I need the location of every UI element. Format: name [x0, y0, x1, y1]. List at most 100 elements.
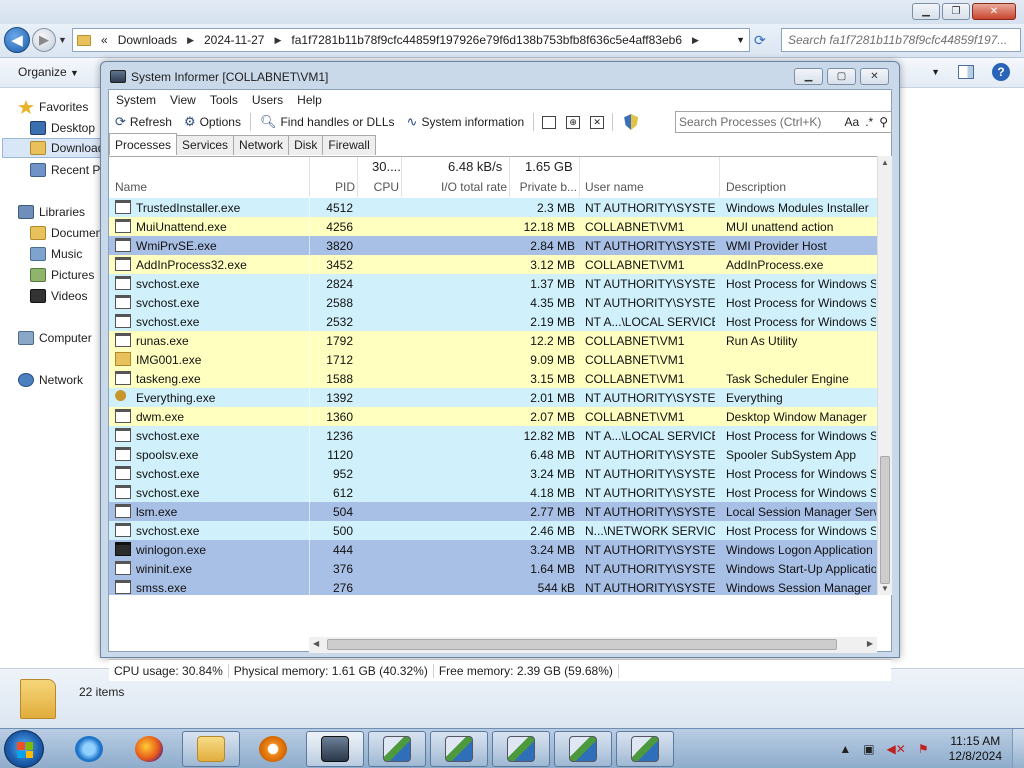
address-input[interactable]: « Downloads ▶ 2024-11-27 ▶ fa1f7281b11b7…: [72, 28, 750, 52]
table-row[interactable]: svchost.exe 612 4.18 MB NT AUTHORITY\SYSTEM…: [109, 483, 877, 502]
tab-firewall[interactable]: Firewall: [322, 135, 376, 155]
refresh-button[interactable]: ⟳ Refresh: [109, 111, 178, 133]
column-header-cpu[interactable]: CPU: [357, 180, 399, 194]
table-row[interactable]: wininit.exe 376 1.64 MB NT AUTHORITY\SYSTEM…: [109, 559, 877, 578]
taskbar-installer-2[interactable]: [430, 731, 488, 767]
taskbar-installer-1[interactable]: [368, 731, 426, 767]
history-dropdown-icon[interactable]: ▼: [58, 35, 67, 45]
chevron-down-icon[interactable]: ▼: [736, 35, 745, 45]
help-icon[interactable]: ?: [992, 63, 1010, 81]
table-row[interactable]: Everything.exe 1392 2.01 MB NT AUTHORITY\SY…: [109, 388, 877, 407]
organize-button[interactable]: Organize ▼: [18, 65, 79, 79]
table-row[interactable]: lsm.exe 504 2.77 MB NT AUTHORITY\SYSTEM Loca…: [109, 502, 877, 521]
table-row[interactable]: WmiPrvSE.exe 3820 2.84 MB NT AUTHORITY\SYST…: [109, 236, 877, 255]
column-header-io-rate[interactable]: I/O total rate: [401, 180, 507, 194]
table-row[interactable]: smss.exe 276 544 kB NT AUTHORITY\SYSTEM Wind…: [109, 578, 877, 595]
nav-downloads[interactable]: Downloads: [2, 138, 102, 158]
table-row[interactable]: MuiUnattend.exe 4256 12.18 MB COLLABNET\VM1…: [109, 217, 877, 236]
forward-arrow-icon[interactable]: ▶: [32, 28, 56, 52]
table-row[interactable]: winlogon.exe 444 3.24 MB NT AUTHORITY\SYSTE…: [109, 540, 877, 559]
table-row[interactable]: runas.exe 1792 12.2 MB COLLABNET\VM1 Run As …: [109, 331, 877, 350]
network-tray-icon[interactable]: ▣: [863, 742, 874, 756]
horizontal-scroll-thumb[interactable]: [327, 639, 837, 650]
column-header-name[interactable]: Name: [115, 180, 147, 194]
breadcrumb-hash-folder[interactable]: fa1f7281b11b78f9cfc44859f197926e79f6d138…: [291, 33, 682, 47]
table-row[interactable]: svchost.exe 2824 1.37 MB NT AUTHORITY\SYSTE…: [109, 274, 877, 293]
si-title-bar[interactable]: System Informer [COLLABNET\VM1] ▁ ▢ ✕: [101, 62, 899, 92]
column-header-private-bytes[interactable]: Private b...: [509, 180, 577, 194]
table-row[interactable]: IMG001.exe 1712 9.09 MB COLLABNET\VM1: [109, 350, 877, 369]
options-button[interactable]: ⚙ Options: [178, 111, 247, 133]
breadcrumb-downloads[interactable]: Downloads: [118, 33, 177, 47]
scroll-left-icon[interactable]: ◀: [313, 639, 319, 648]
scroll-up-icon[interactable]: ▲: [881, 158, 889, 167]
minimize-icon[interactable]: ▁: [912, 3, 940, 20]
taskbar-installer-3[interactable]: [492, 731, 550, 767]
column-header-pid[interactable]: PID: [309, 180, 355, 194]
view-options-dropdown-icon[interactable]: ▼: [931, 67, 940, 77]
back-arrow-icon[interactable]: ◀: [4, 27, 30, 53]
window-icon[interactable]: [542, 115, 557, 129]
table-row[interactable]: svchost.exe 2532 2.19 MB NT A...\LOCAL SERV…: [109, 312, 877, 331]
table-row[interactable]: svchost.exe 952 3.24 MB NT AUTHORITY\SYSTEM…: [109, 464, 877, 483]
table-row[interactable]: svchost.exe 1236 12.82 MB NT A...\LOCAL SER…: [109, 426, 877, 445]
search-icon[interactable]: ⚲: [876, 115, 891, 129]
taskbar-file-explorer[interactable]: [182, 731, 240, 767]
explorer-search-input[interactable]: Search fa1f7281b11b78f9cfc44859f197...: [781, 28, 1021, 52]
taskbar-internet-explorer[interactable]: [60, 731, 118, 767]
taskbar-installer-4[interactable]: [554, 731, 612, 767]
column-header-user-name[interactable]: User name: [585, 180, 644, 194]
taskbar-firefox[interactable]: [120, 731, 178, 767]
taskbar-installer-5[interactable]: [616, 731, 674, 767]
menu-users[interactable]: Users: [245, 90, 290, 110]
menu-view[interactable]: View: [163, 90, 203, 110]
show-hidden-icons-icon[interactable]: ▲: [839, 742, 851, 756]
preview-pane-icon[interactable]: [958, 65, 974, 79]
breadcrumb-prefix[interactable]: «: [101, 33, 108, 47]
menu-system[interactable]: System: [109, 90, 163, 110]
shield-icon[interactable]: [624, 114, 639, 130]
refresh-icon[interactable]: ⟳: [754, 32, 766, 49]
show-desktop-button[interactable]: [1012, 729, 1024, 768]
table-row[interactable]: AddInProcess32.exe 3452 3.12 MB COLLABNET\V…: [109, 255, 877, 274]
vertical-scroll-thumb[interactable]: [880, 456, 890, 584]
si-maximize-icon[interactable]: ▢: [827, 68, 856, 85]
clock[interactable]: 11:15 AM 12/8/2024: [949, 734, 1002, 764]
table-row[interactable]: svchost.exe 2588 4.35 MB NT AUTHORITY\SYSTE…: [109, 293, 877, 312]
process-search-input[interactable]: Search Processes (Ctrl+K) Aa .* ⚲: [675, 111, 892, 133]
system-information-button[interactable]: ∿ System information: [401, 111, 531, 133]
action-center-icon[interactable]: ⚑: [918, 742, 929, 756]
table-row[interactable]: taskeng.exe 1588 3.15 MB COLLABNET\VM1 Task …: [109, 369, 877, 388]
scroll-down-icon[interactable]: ▼: [881, 584, 889, 593]
taskbar-system-informer[interactable]: [306, 731, 364, 767]
tab-disk[interactable]: Disk: [288, 135, 324, 155]
chevron-right-icon[interactable]: ▶: [187, 35, 194, 46]
chevron-right-icon[interactable]: ▶: [692, 35, 699, 46]
menu-help[interactable]: Help: [290, 90, 329, 110]
find-window-icon[interactable]: ⊕: [566, 115, 581, 129]
volume-muted-icon[interactable]: ◀✕: [887, 742, 906, 756]
scroll-right-icon[interactable]: ▶: [867, 639, 873, 648]
tab-network[interactable]: Network: [233, 135, 290, 155]
taskbar-media-player[interactable]: [244, 731, 302, 767]
restore-icon[interactable]: ❐: [942, 3, 970, 20]
horizontal-scrollbar[interactable]: ◀ ▶: [309, 637, 877, 653]
regex-toggle[interactable]: .*: [862, 115, 876, 129]
breadcrumb-date-folder[interactable]: 2024-11-27: [204, 33, 265, 47]
tab-processes[interactable]: Processes: [109, 133, 178, 155]
tab-services[interactable]: Services: [176, 135, 235, 155]
table-row[interactable]: TrustedInstaller.exe 4512 2.3 MB NT AUTHORI…: [109, 198, 877, 217]
table-row[interactable]: dwm.exe 1360 2.07 MB COLLABNET\VM1 Desktop W…: [109, 407, 877, 426]
chevron-right-icon[interactable]: ▶: [274, 35, 281, 46]
table-row[interactable]: spoolsv.exe 1120 6.48 MB NT AUTHORITY\SYSTE…: [109, 445, 877, 464]
si-close-icon[interactable]: ✕: [860, 68, 889, 85]
start-button[interactable]: [4, 730, 44, 768]
column-header-description[interactable]: Description: [726, 180, 786, 194]
find-handles-button[interactable]: 🔍︎ Find handles or DLLs: [254, 111, 401, 133]
table-row[interactable]: svchost.exe 500 2.46 MB N...\NETWORK SERVIC…: [109, 521, 877, 540]
vertical-scrollbar[interactable]: ▲ ▼: [877, 156, 892, 595]
close-icon[interactable]: ✕: [972, 3, 1016, 20]
menu-tools[interactable]: Tools: [203, 90, 245, 110]
case-sensitive-toggle[interactable]: Aa: [842, 115, 863, 129]
close-window-icon[interactable]: ✕: [590, 115, 605, 129]
